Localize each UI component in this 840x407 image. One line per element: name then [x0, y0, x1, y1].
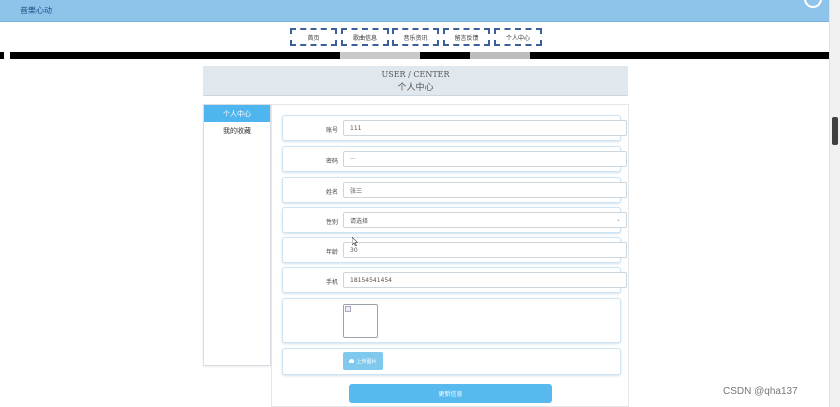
account-input[interactable]: 111: [343, 120, 627, 136]
update-info-button[interactable]: 更新信息: [349, 384, 552, 403]
sidebar-item-favorites[interactable]: 我的收藏: [204, 122, 270, 139]
age-label: 年龄: [325, 249, 338, 256]
nav-home[interactable]: 首页: [290, 28, 337, 46]
user-form: 账号 111 密码 ··· 姓名 张三 性别 请选择 ⌄ 年龄 30 手机 18…: [271, 104, 629, 407]
broken-image-icon: [345, 306, 351, 312]
gender-placeholder: 请选择: [350, 217, 369, 225]
upload-image-button[interactable]: 上传图片: [343, 352, 383, 370]
form-row-account: 账号 111: [282, 115, 627, 141]
page-title-zh: 个人中心: [397, 83, 434, 93]
page-title-en: USER / CENTER: [381, 70, 450, 79]
phone-label: 手机: [325, 279, 338, 286]
gender-label: 性别: [325, 219, 338, 226]
nav-songs[interactable]: 歌曲信息: [341, 28, 389, 46]
form-row-image-preview: [282, 298, 621, 343]
gender-select[interactable]: 请选择 ⌄: [343, 212, 627, 228]
mouse-cursor-icon: [352, 237, 358, 246]
form-row-password: 密码 ···: [282, 146, 627, 172]
upload-label: 上传图片: [356, 358, 377, 365]
banner: [0, 52, 829, 59]
nav-feedback[interactable]: 留言反馈: [443, 28, 490, 46]
user-circle-icon[interactable]: [804, 0, 822, 8]
main-nav: 首页 歌曲信息 音乐资讯 留言反馈 个人中心: [0, 22, 829, 52]
form-row-gender: 性别 请选择 ⌄: [282, 207, 627, 233]
sidebar-item-user-center[interactable]: 个人中心: [204, 105, 270, 122]
page-header: USER / CENTER 个人中心: [203, 66, 628, 96]
page-scrollbar[interactable]: [829, 0, 840, 407]
name-input[interactable]: 张三: [343, 182, 627, 198]
password-input[interactable]: ···: [343, 151, 627, 167]
scrollbar-thumb[interactable]: [832, 117, 838, 145]
nav-news[interactable]: 音乐资讯: [392, 28, 439, 46]
name-label: 姓名: [325, 189, 338, 196]
sidebar: 个人中心 我的收藏: [203, 104, 271, 366]
phone-input[interactable]: 18154541454: [343, 272, 627, 288]
age-input[interactable]: 30: [343, 242, 627, 258]
form-row-age: 年龄 30: [282, 237, 627, 263]
watermark: CSDN @qha137: [723, 386, 798, 397]
chevron-down-icon: ⌄: [615, 216, 621, 223]
nav-user-center[interactable]: 个人中心: [494, 28, 542, 46]
form-row-upload: 上传图片: [282, 348, 621, 375]
account-label: 账号: [325, 127, 338, 134]
form-row-phone: 手机 18154541454: [282, 267, 627, 293]
avatar-preview: [343, 304, 378, 338]
top-bar: 音樂心动: [0, 0, 829, 22]
upload-cloud-icon: [349, 359, 355, 363]
site-title: 音樂心动: [20, 6, 52, 15]
password-label: 密码: [325, 158, 338, 165]
form-row-name: 姓名 张三: [282, 177, 627, 203]
